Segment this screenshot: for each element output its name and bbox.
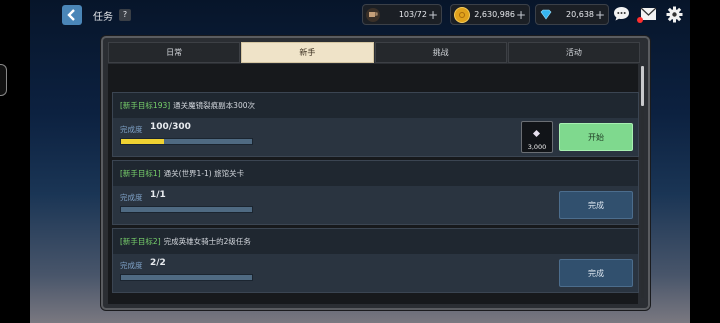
add-stamina-button[interactable]: + [427,8,439,22]
quest-title: 通关魔镜裂痕副本300次 [173,101,255,110]
tab-event[interactable]: 活动 [507,42,640,63]
chat-bubble-icon [613,7,629,21]
notification-dot [637,17,643,23]
quest-header: [新手目标1] 通关(世界1-1) 旅馆关卡 [113,161,638,186]
quest-tag: [新手目标2] [120,237,161,246]
scrollbar-thumb[interactable] [641,66,644,106]
progress-bar-fill [121,207,252,212]
progress-value: 1/1 [150,190,166,200]
back-button[interactable] [62,5,82,25]
progress-bar-fill [121,139,165,144]
tab-beginner[interactable]: 新手 [241,42,374,63]
tab-daily[interactable]: 日常 [108,42,241,63]
complete-button[interactable]: 完成 [559,191,633,219]
tab-challenge[interactable]: 挑战 [374,42,507,63]
diamond-counter: 20,638 + [535,4,609,25]
quest-tag: [新手目标193] [120,101,171,110]
add-diamond-button[interactable]: + [594,8,606,22]
progress-bar [120,274,253,281]
edge-swipe-handle[interactable] [0,64,7,96]
gold-counter: 2,630,986 + [450,4,530,25]
stamina-counter: 103/72 + [362,4,442,25]
diamond-value: 20,638 [566,10,594,19]
gold-coin-icon [454,6,470,23]
stamina-value: 103/72 [398,10,427,19]
progress-value: 2/2 [150,258,166,268]
gear-icon [666,6,682,22]
progress-bar [120,138,253,145]
crystal-shard-icon [532,129,541,138]
quest-title: 完成英雄女骑士的2级任务 [163,237,251,246]
complete-button[interactable]: 完成 [559,259,633,287]
settings-button[interactable] [665,5,683,23]
progress-value: 100/300 [150,122,191,132]
tab-bar: 日常 新手 挑战 活动 [108,42,641,63]
quest-tag: [新手目标1] [120,169,161,178]
page-title: 任务 [93,12,113,23]
progress-bar [120,206,253,213]
chat-button[interactable] [612,5,630,23]
progress-label: 完成度 [120,261,143,270]
progress-label: 完成度 [120,125,143,134]
gold-value: 2,630,986 [474,10,515,19]
quest-panel: 日常 新手 挑战 活动 [新手目标193] 通关魔镜裂痕副本300次 完成度 1… [101,36,650,310]
start-button[interactable]: 开始 [559,123,633,151]
quest-header: [新手目标2] 完成英雄女骑士的2级任务 [113,229,638,254]
quest-header: [新手目标193] 通关魔镜裂痕副本300次 [113,93,638,118]
right-letterbox [690,0,720,323]
diamond-gem-icon [539,8,553,22]
help-button[interactable]: ? [119,9,131,21]
quest-item: [新手目标193] 通关魔镜裂痕副本300次 完成度 100/300 3,000… [112,92,639,157]
chevron-left-icon [67,9,75,21]
mail-button[interactable] [637,5,657,23]
reward-count: 3,000 [527,143,547,151]
quest-item: [新手目标1] 通关(世界1-1) 旅馆关卡 完成度 1/1 完成 [112,160,639,225]
reward-item[interactable]: 3,000 [521,121,553,153]
stamina-cup-icon [366,7,380,22]
progress-bar-fill [121,275,252,280]
quest-item: [新手目标2] 完成英雄女骑士的2级任务 完成度 2/2 完成 [112,228,639,293]
left-letterbox [0,0,30,323]
quest-title: 通关(世界1-1) 旅馆关卡 [163,169,245,178]
progress-label: 完成度 [120,193,143,202]
add-gold-button[interactable]: + [515,8,527,22]
